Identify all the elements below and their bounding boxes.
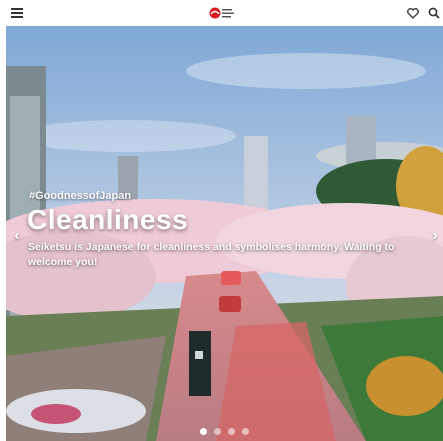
carousel-dot-1[interactable]	[200, 428, 207, 435]
heart-icon[interactable]	[404, 4, 422, 22]
carousel-dot-2[interactable]	[214, 428, 221, 435]
hero-hashtag: #GoodnessofJapan	[29, 190, 132, 202]
carousel-prev-arrow-icon[interactable]: ‹	[10, 226, 24, 246]
carousel-dot-4[interactable]	[242, 428, 249, 435]
carousel-dot-3[interactable]	[228, 428, 235, 435]
hamburger-menu-icon[interactable]	[8, 4, 26, 22]
carousel-pagination	[6, 428, 443, 438]
carousel-next-arrow-icon[interactable]: ›	[428, 226, 442, 246]
top-bar	[0, 0, 443, 26]
hero-subtitle: Seiketsu is Japanese for cleanliness and…	[28, 241, 395, 268]
hero-banner[interactable]: #GoodnessofJapan Cleanliness Seiketsu is…	[6, 26, 443, 441]
hero-title: Cleanliness	[27, 204, 189, 235]
search-icon[interactable]	[425, 4, 443, 22]
brand-logo[interactable]	[208, 5, 236, 21]
